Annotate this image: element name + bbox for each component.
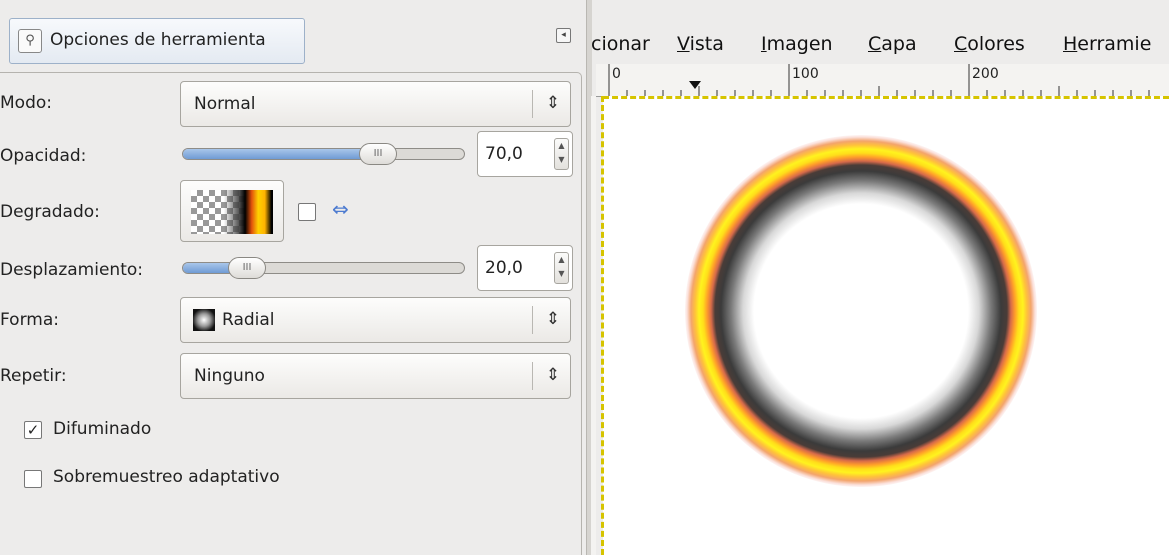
menu-colors[interactable]: Colores [954, 33, 1025, 55]
dither-label: Difuminado [53, 419, 152, 439]
reverse-gradient-checkbox[interactable] [298, 203, 316, 221]
radial-gradient-ring [685, 135, 1037, 487]
adaptive-supersampling-checkbox[interactable] [24, 470, 42, 488]
repeat-select[interactable]: Ninguno ⇕ [180, 353, 571, 399]
repeat-label: Repetir: [0, 366, 67, 386]
spin-arrows-icon[interactable]: ▲ ▼ [554, 138, 569, 170]
updown-icon: ⇕ [545, 309, 560, 329]
shape-select[interactable]: Radial ⇕ [180, 297, 571, 343]
menu-view[interactable]: Vista [677, 33, 724, 55]
gradient-label: Degradado: [0, 202, 100, 222]
dock-menu-icon[interactable]: ◂ [556, 28, 571, 43]
menu-select[interactable]: cionar [591, 33, 650, 55]
tab-label: Opciones de herramienta [50, 30, 266, 50]
menu-layer[interactable]: Capa [868, 33, 917, 55]
mode-select[interactable]: Normal ⇕ [180, 81, 571, 127]
offset-spinbox[interactable]: 20,0 ▲ ▼ [477, 245, 573, 291]
opacity-slider-thumb[interactable]: III [359, 143, 397, 165]
ruler-ticks [608, 64, 1150, 96]
updown-icon: ⇕ [545, 93, 560, 113]
menu-image[interactable]: Imagen [761, 33, 833, 55]
menu-tools[interactable]: Herramie [1063, 33, 1151, 55]
updown-icon: ⇕ [545, 365, 560, 385]
gradient-picker-button[interactable] [180, 180, 284, 242]
mode-value: Normal [194, 94, 256, 114]
offset-value: 20,0 [485, 258, 523, 278]
mode-label: Modo: [0, 93, 52, 113]
shape-value: Radial [222, 310, 275, 330]
opacity-spinbox[interactable]: 70,0 ▲ ▼ [477, 131, 573, 177]
dither-checkbox[interactable]: ✓ [24, 421, 42, 439]
radial-shape-icon [193, 309, 215, 331]
offset-label: Desplazamiento: [0, 260, 143, 280]
menubar: cionar Vista Imagen Capa Colores Herrami… [591, 26, 1169, 62]
spin-arrows-icon[interactable]: ▲ ▼ [554, 252, 569, 284]
layer-boundary [603, 96, 1169, 99]
repeat-value: Ninguno [194, 366, 265, 386]
layer-boundary [601, 96, 604, 555]
opacity-slider-fill [183, 149, 381, 159]
ruler-label: 0 [612, 66, 621, 82]
tool-options-icon: ⚲ [18, 29, 42, 53]
adaptive-supersampling-label: Sobremuestreo adaptativo [53, 467, 280, 487]
tool-options-dock: ⚲ Opciones de herramienta ◂ Modo: Normal… [0, 0, 586, 555]
vertical-ruler[interactable] [591, 96, 596, 555]
horizontal-ruler[interactable]: 0 100 200 [596, 64, 1169, 97]
ruler-label: 100 [792, 66, 819, 82]
shape-label: Forma: [0, 310, 59, 330]
reverse-arrows-icon: ⇔ [332, 197, 349, 221]
opacity-value: 70,0 [485, 144, 523, 164]
ruler-label: 200 [972, 66, 999, 82]
opacity-label: Opacidad: [0, 146, 87, 166]
gradient-swatch [191, 190, 273, 234]
pointer-position-marker [689, 81, 701, 89]
tab-tool-options[interactable]: ⚲ Opciones de herramienta [9, 18, 305, 64]
opacity-slider[interactable]: III [182, 143, 465, 165]
offset-slider-thumb[interactable]: III [228, 257, 266, 279]
offset-slider[interactable]: III [182, 257, 465, 279]
